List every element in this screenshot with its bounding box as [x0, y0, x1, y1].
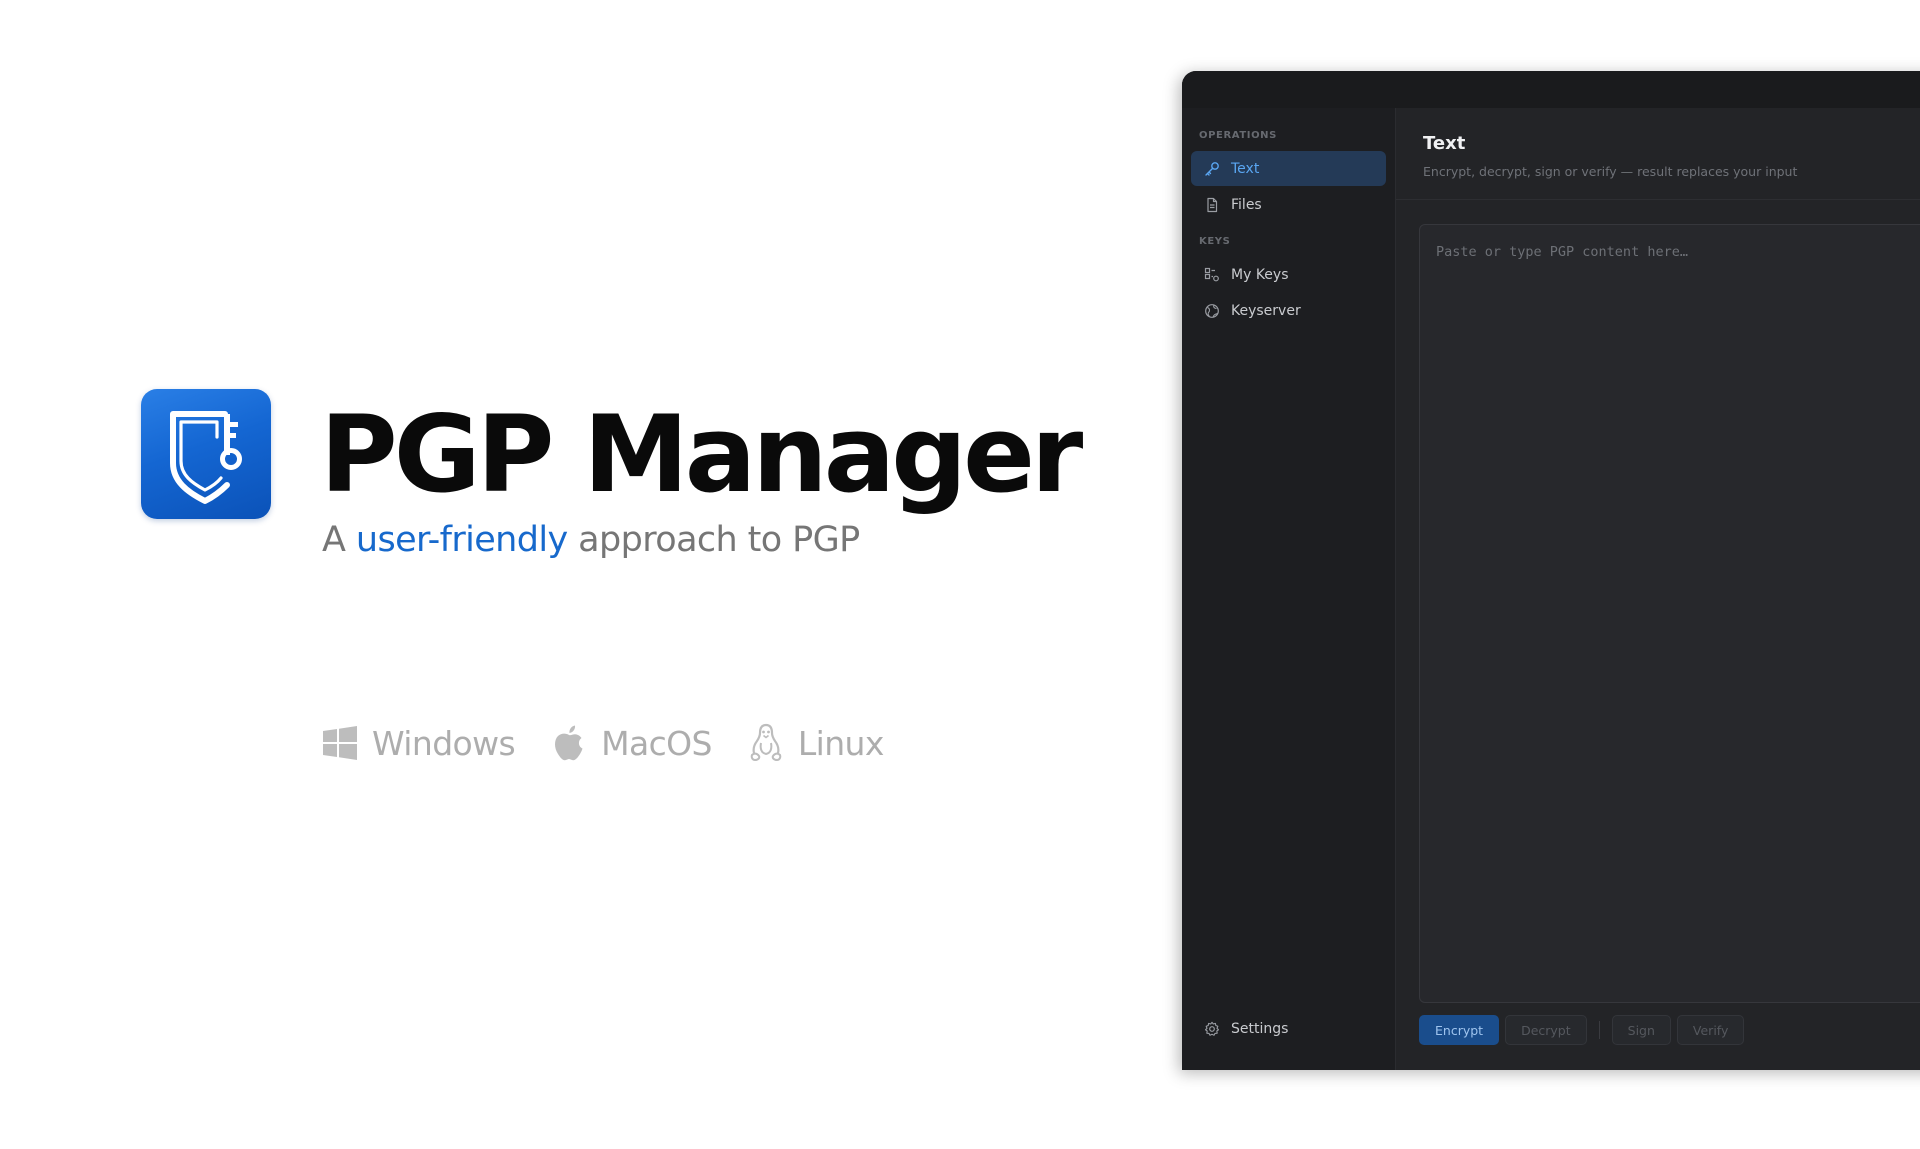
gear-icon: [1204, 1021, 1220, 1037]
platform-label: Windows: [372, 723, 516, 763]
action-bar: Encrypt Decrypt Sign Verify: [1419, 1015, 1750, 1045]
platform-label: Linux: [797, 723, 885, 763]
globe-icon: [1204, 303, 1220, 319]
sidebar-item-my-keys[interactable]: My Keys: [1191, 257, 1386, 292]
sidebar-item-label: Files: [1231, 196, 1262, 213]
sidebar-section-operations: OPERATIONS: [1199, 130, 1277, 141]
sidebar-item-files[interactable]: Files: [1191, 187, 1386, 222]
app-title: PGP Manager: [320, 393, 1083, 516]
tagline: A user-friendly approach to PGP: [322, 517, 860, 563]
page: PGP Manager A user-friendly approach to …: [0, 0, 1920, 1149]
page-subtitle: Encrypt, decrypt, sign or verify — resul…: [1423, 164, 1798, 179]
platform-linux: Linux: [746, 723, 884, 763]
apple-icon: [549, 723, 589, 763]
platform-macos: MacOS: [549, 723, 712, 763]
platform-windows: Windows: [320, 723, 516, 763]
page-title: Text: [1423, 133, 1466, 154]
action-divider: [1598, 1021, 1600, 1039]
sidebar-section-keys: KEYS: [1199, 236, 1231, 247]
sidebar-item-label: My Keys: [1231, 266, 1289, 283]
linux-icon: [746, 723, 786, 763]
sidebar-item-text[interactable]: Text: [1191, 151, 1386, 186]
decrypt-button[interactable]: Decrypt: [1505, 1015, 1587, 1045]
sidebar-item-settings[interactable]: Settings: [1191, 1011, 1386, 1046]
encrypt-button[interactable]: Encrypt: [1419, 1015, 1500, 1045]
tagline-suffix: approach to PGP: [567, 520, 860, 560]
main-header: Text Encrypt, decrypt, sign or verify — …: [1396, 108, 1920, 200]
sidebar-item-keyserver[interactable]: Keyserver: [1191, 293, 1386, 328]
verify-button[interactable]: Verify: [1676, 1015, 1745, 1045]
key-icon: [1204, 161, 1220, 177]
app-logo-icon: [141, 389, 271, 519]
file-icon: [1204, 197, 1220, 213]
window-titlebar[interactable]: [1182, 71, 1920, 108]
app-window: OPERATIONS Text Files KEYS My Keys Keyse…: [1182, 71, 1920, 1070]
tagline-highlight: user-friendly: [355, 520, 568, 560]
sidebar-item-label: Text: [1231, 160, 1260, 177]
sidebar-item-label: Keyserver: [1231, 302, 1301, 319]
sidebar: OPERATIONS Text Files KEYS My Keys Keyse…: [1182, 108, 1396, 1070]
sign-button[interactable]: Sign: [1611, 1015, 1671, 1045]
platform-label: MacOS: [601, 723, 712, 763]
tagline-prefix: A: [322, 520, 356, 560]
keys-icon: [1204, 267, 1220, 283]
pgp-content-input[interactable]: [1419, 224, 1920, 1003]
windows-icon: [320, 723, 360, 763]
platform-list: Windows MacOS Linux: [320, 718, 918, 768]
sidebar-item-label: Settings: [1231, 1020, 1289, 1037]
main-panel: Text Encrypt, decrypt, sign or verify — …: [1396, 108, 1920, 1070]
